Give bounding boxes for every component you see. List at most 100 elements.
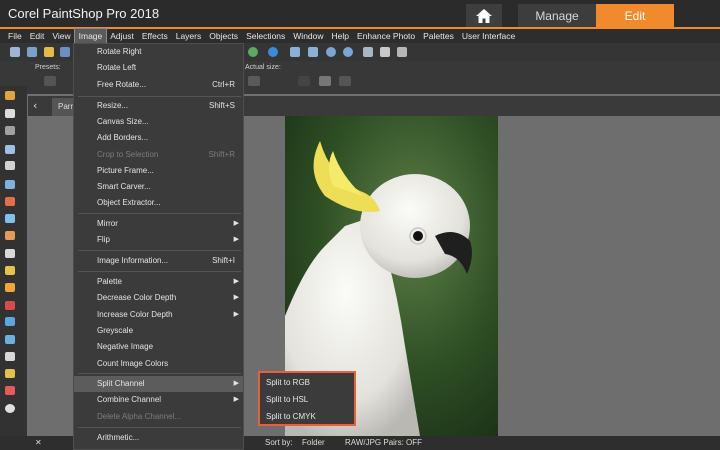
submenu-arrow-icon: ▶ bbox=[233, 278, 239, 285]
menu-add-borders[interactable]: Add Borders... bbox=[74, 130, 243, 146]
menu-combine-channel[interactable]: Combine Channel ▶ bbox=[74, 392, 243, 408]
color-changer-icon[interactable] bbox=[5, 386, 15, 395]
menu-negative-image[interactable]: Negative Image bbox=[74, 339, 243, 355]
menu-effects[interactable]: Effects bbox=[138, 29, 172, 43]
dropper-tool-icon[interactable] bbox=[5, 145, 15, 154]
zoom-option-2[interactable] bbox=[319, 76, 331, 86]
menu-picture-frame[interactable]: Picture Frame... bbox=[74, 163, 243, 179]
tab-manage[interactable]: Manage bbox=[518, 4, 596, 28]
zoom-option-3[interactable] bbox=[339, 76, 351, 86]
actual-size-label: Actual size: bbox=[245, 64, 281, 71]
crop-tool-icon[interactable] bbox=[5, 161, 15, 170]
split-to-cmyk[interactable]: Split to CMYK bbox=[260, 409, 354, 425]
menu-adjust[interactable]: Adjust bbox=[106, 29, 138, 43]
menu-separator bbox=[78, 250, 241, 251]
menu-count-image-colors[interactable]: Count Image Colors bbox=[74, 356, 243, 372]
actual-size-icon[interactable] bbox=[308, 47, 318, 57]
fit-window-icon[interactable] bbox=[290, 47, 300, 57]
home-icon bbox=[476, 9, 492, 23]
menu-layers[interactable]: Layers bbox=[172, 29, 206, 43]
pick-tool-icon[interactable] bbox=[5, 109, 15, 118]
menu-greyscale[interactable]: Greyscale bbox=[74, 323, 243, 339]
menu-crop-to-selection[interactable]: Crop to Selection Shift+R bbox=[74, 147, 243, 163]
raw-jpg-pairs-dropdown[interactable]: RAW/JPG Pairs: OFF bbox=[345, 438, 422, 447]
menu-rotate-right[interactable]: Rotate Right bbox=[74, 44, 243, 60]
zoom-option-1[interactable] bbox=[298, 76, 310, 86]
menu-palette[interactable]: Palette ▶ bbox=[74, 274, 243, 290]
zoom-in-icon[interactable] bbox=[343, 47, 353, 57]
menu-object-extractor[interactable]: Object Extractor... bbox=[74, 195, 243, 211]
image-menu-dropdown: Rotate Right Rotate Left Free Rotate... C… bbox=[73, 43, 244, 450]
sort-by-dropdown[interactable]: Folder bbox=[302, 438, 325, 447]
layer-icon[interactable] bbox=[363, 47, 373, 57]
menu-decrease-color-depth[interactable]: Decrease Color Depth ▶ bbox=[74, 290, 243, 306]
menu-image-information[interactable]: Image Information... Shift+I bbox=[74, 253, 243, 269]
submenu-arrow-icon: ▶ bbox=[233, 236, 239, 243]
open-folder-icon[interactable] bbox=[44, 47, 54, 57]
menu-canvas-size[interactable]: Canvas Size... bbox=[74, 114, 243, 130]
menu-separator bbox=[78, 213, 241, 214]
menu-user-interface[interactable]: User Interface bbox=[458, 29, 519, 43]
menu-smart-carver[interactable]: Smart Carver... bbox=[74, 179, 243, 195]
selection-tool-icon[interactable] bbox=[5, 126, 15, 135]
text-tool-icon[interactable] bbox=[5, 317, 15, 326]
menu-flip[interactable]: Flip ▶ bbox=[74, 232, 243, 248]
info-icon[interactable] bbox=[268, 47, 278, 57]
menu-resize[interactable]: Resize... Shift+S bbox=[74, 98, 243, 114]
pen-tool-icon[interactable] bbox=[5, 352, 15, 361]
new-file-icon[interactable] bbox=[10, 47, 20, 57]
menu-mirror[interactable]: Mirror ▶ bbox=[74, 216, 243, 232]
straighten-tool-icon[interactable] bbox=[5, 180, 15, 189]
menu-bar: File Edit View Image Adjust Effects Laye… bbox=[0, 28, 720, 44]
fill-tool-icon[interactable] bbox=[5, 283, 15, 292]
actual-size-button[interactable] bbox=[248, 76, 260, 86]
picture-tube-icon[interactable] bbox=[5, 301, 15, 310]
split-to-hsl[interactable]: Split to HSL bbox=[260, 392, 354, 408]
tab-edit[interactable]: Edit bbox=[596, 4, 674, 28]
menu-delete-alpha-channel[interactable]: Delete Alpha Channel... bbox=[74, 409, 243, 425]
menu-separator bbox=[78, 96, 241, 97]
makeover-tool-icon[interactable] bbox=[5, 214, 15, 223]
menu-file[interactable]: File bbox=[4, 29, 26, 43]
add-tool-icon[interactable] bbox=[5, 404, 15, 413]
save-icon[interactable] bbox=[60, 47, 70, 57]
menu-split-channel[interactable]: Split Channel ▶ bbox=[74, 376, 243, 392]
dropdown-tools-icon[interactable] bbox=[397, 47, 407, 57]
menu-rotate-left[interactable]: Rotate Left bbox=[74, 60, 243, 76]
menu-image[interactable]: Image bbox=[73, 28, 108, 44]
menu-view[interactable]: View bbox=[48, 29, 74, 43]
app-title: Corel PaintShop Pro 2018 bbox=[8, 6, 160, 21]
submenu-arrow-icon: ▶ bbox=[233, 220, 239, 227]
menu-free-rotate[interactable]: Free Rotate... Ctrl+R bbox=[74, 77, 243, 93]
menu-objects[interactable]: Objects bbox=[205, 29, 242, 43]
home-button[interactable] bbox=[466, 4, 502, 28]
menu-increase-color-depth[interactable]: Increase Color Depth ▶ bbox=[74, 307, 243, 323]
menu-edit[interactable]: Edit bbox=[26, 29, 49, 43]
paint-brush-icon[interactable] bbox=[5, 249, 15, 258]
preset-selector[interactable] bbox=[44, 76, 56, 86]
split-to-rgb[interactable]: Split to RGB bbox=[260, 375, 354, 391]
tab-scroll-left-icon[interactable]: ‹ bbox=[33, 99, 37, 112]
menu-separator bbox=[78, 271, 241, 272]
menu-window[interactable]: Window bbox=[289, 29, 327, 43]
menu-separator bbox=[78, 427, 241, 428]
warp-brush-icon[interactable] bbox=[5, 369, 15, 378]
red-eye-tool-icon[interactable] bbox=[5, 197, 15, 206]
menu-help[interactable]: Help bbox=[328, 29, 353, 43]
grid-icon[interactable] bbox=[27, 47, 37, 57]
sort-by-label: Sort by: bbox=[265, 438, 293, 447]
menu-enhance-photo[interactable]: Enhance Photo bbox=[353, 29, 419, 43]
close-organizer-icon[interactable]: ✕ bbox=[35, 438, 42, 447]
eraser-tool-icon[interactable] bbox=[5, 266, 15, 275]
redo-icon[interactable] bbox=[248, 47, 258, 57]
text-icon[interactable] bbox=[380, 47, 390, 57]
menu-arithmetic[interactable]: Arithmetic... bbox=[74, 430, 243, 446]
menu-selections[interactable]: Selections bbox=[242, 29, 289, 43]
submenu-arrow-icon: ▶ bbox=[233, 294, 239, 301]
pan-tool-icon[interactable] bbox=[5, 91, 15, 100]
shape-tool-icon[interactable] bbox=[5, 335, 15, 344]
menu-palettes[interactable]: Palettes bbox=[419, 29, 458, 43]
menu-separator bbox=[78, 373, 241, 374]
zoom-out-icon[interactable] bbox=[326, 47, 336, 57]
clone-brush-icon[interactable] bbox=[5, 231, 15, 240]
